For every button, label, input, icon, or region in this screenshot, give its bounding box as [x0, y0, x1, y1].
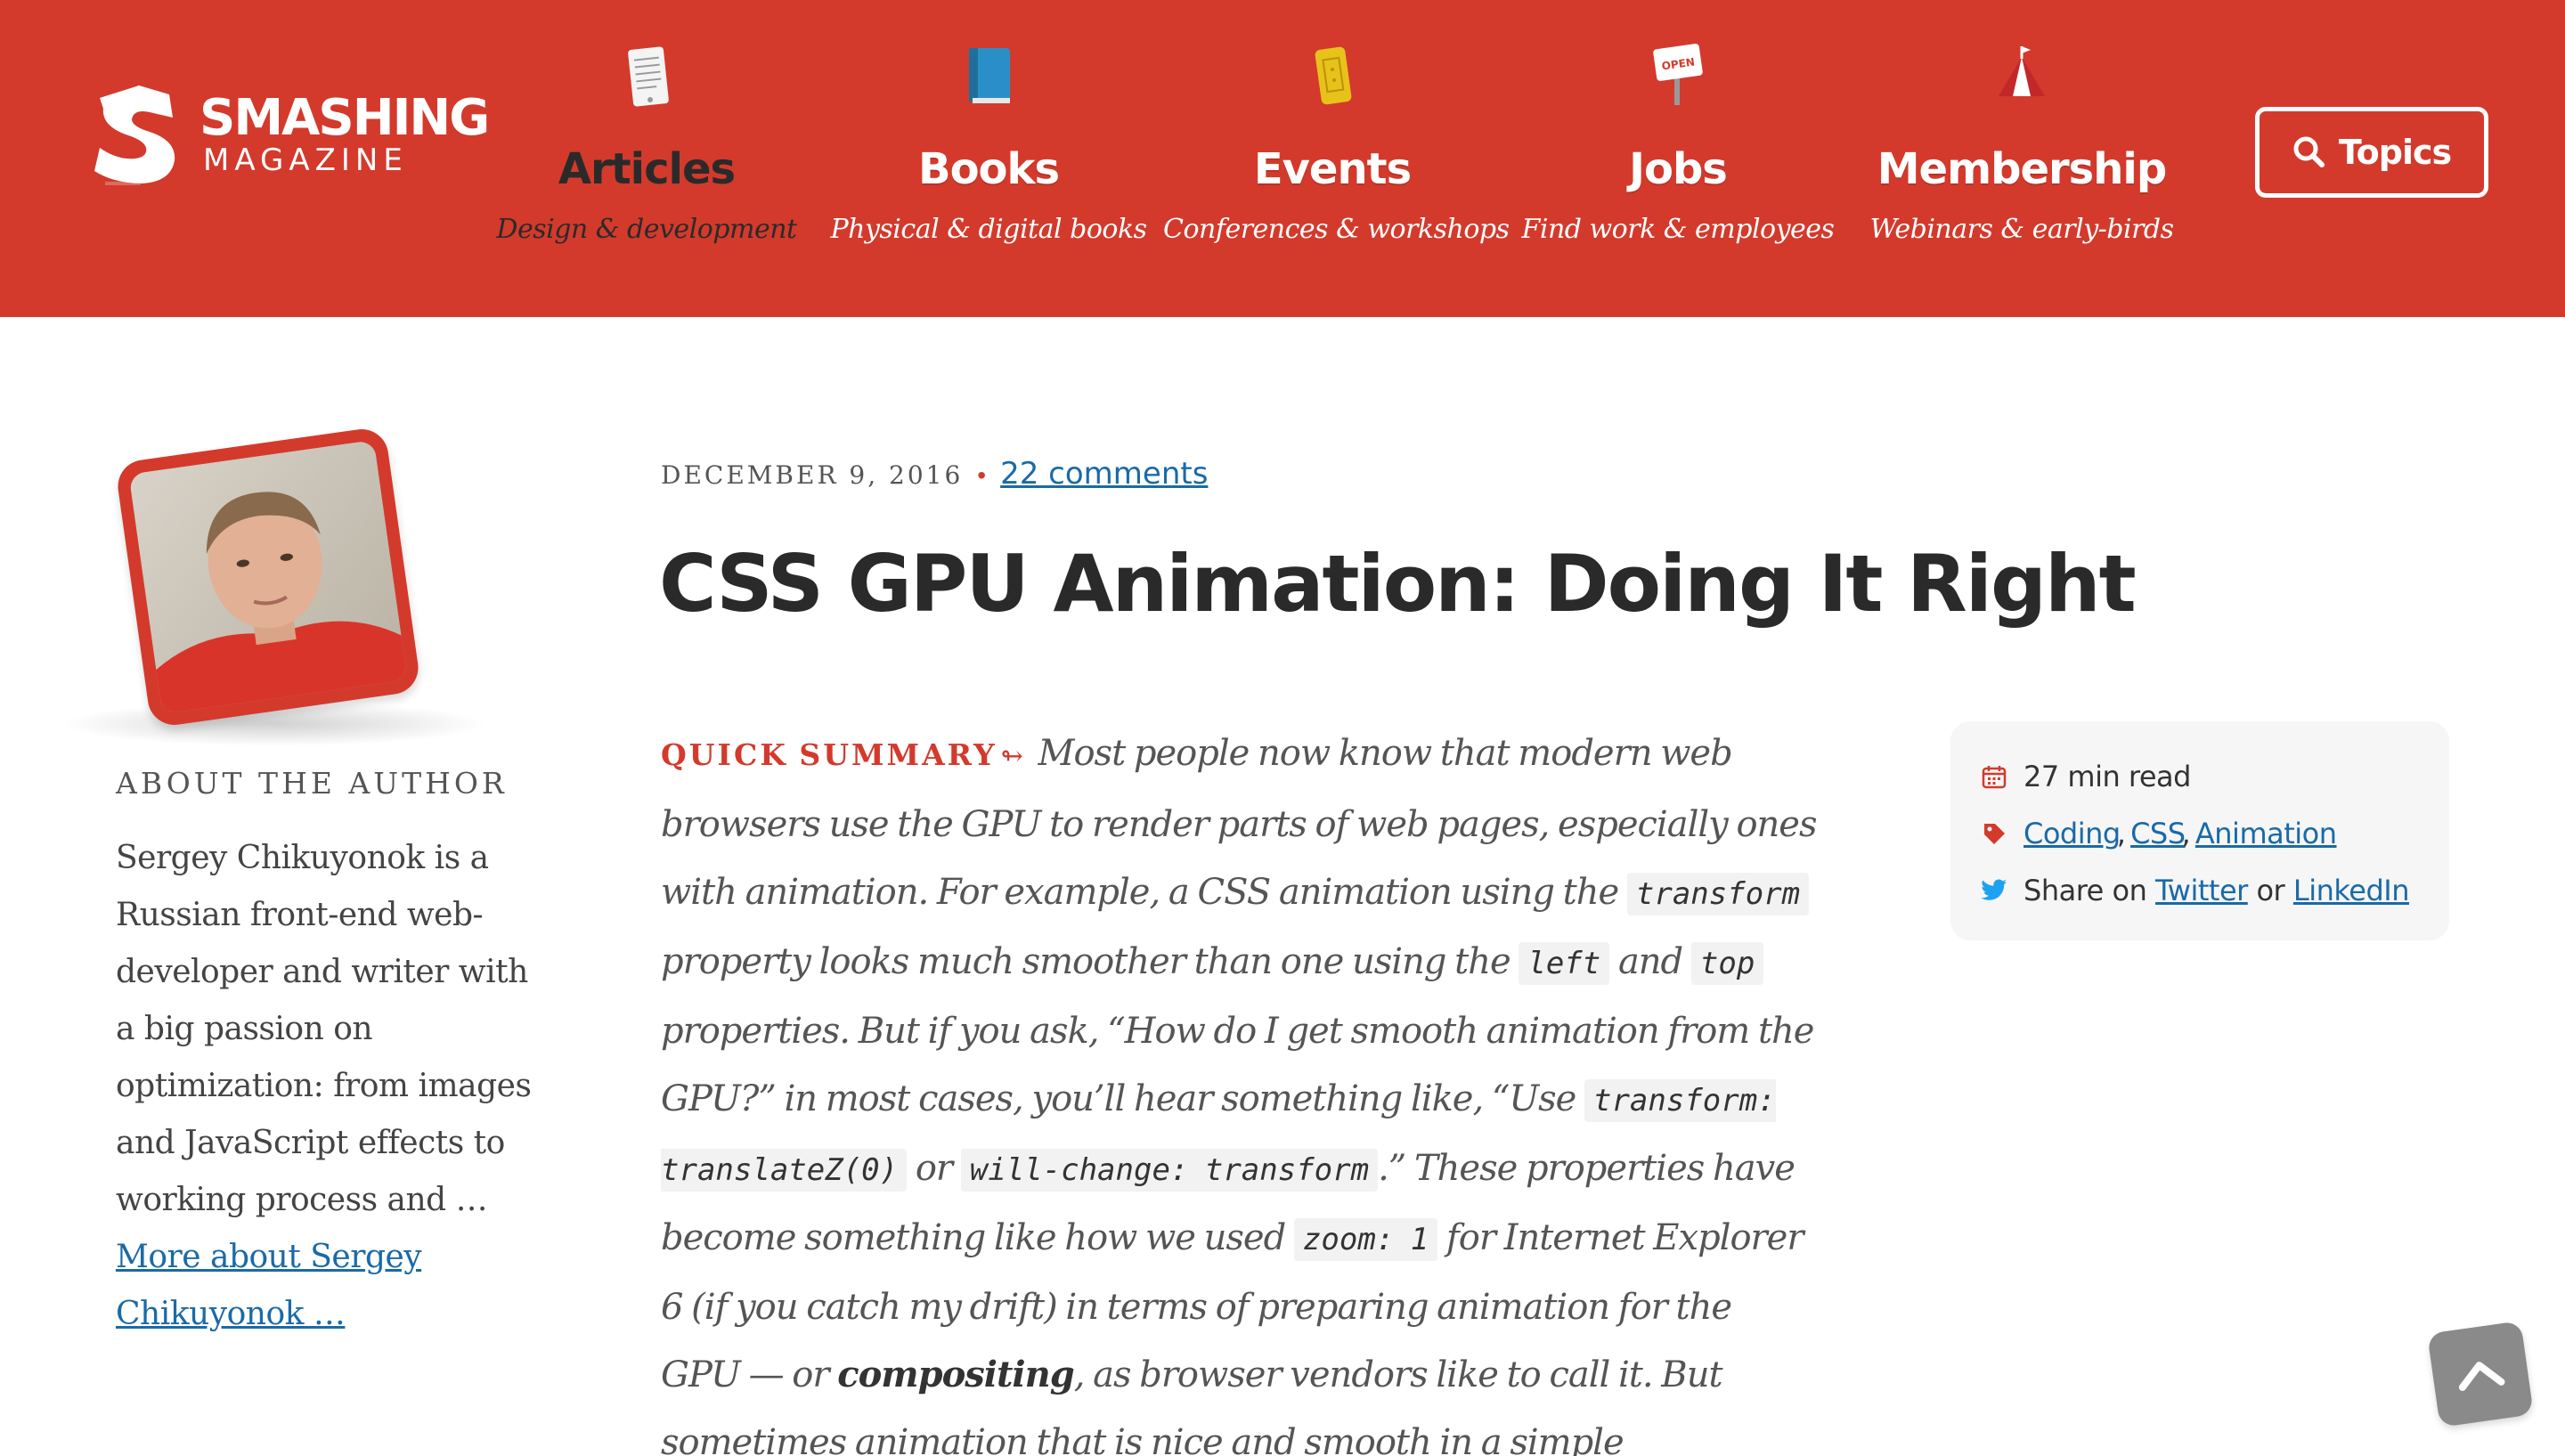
article-title: CSS GPU Animation: Doing It Right [659, 538, 2137, 630]
tag-link-coding[interactable]: Coding [2024, 817, 2121, 850]
summary-arrow-icon: ↬ [1000, 741, 1023, 772]
tag-icon [1981, 820, 2007, 847]
tag-link-animation[interactable]: Animation [2195, 817, 2337, 850]
tag-link-css[interactable]: CSS [2130, 817, 2186, 850]
nav-label-events: Events [1253, 144, 1412, 194]
topics-label: Topics [2338, 133, 2452, 172]
search-icon [2293, 136, 2325, 167]
share-twitter-link[interactable]: Twitter [2155, 874, 2248, 907]
nav-item-books[interactable]: Books Physical & digital books [819, 39, 1158, 271]
code-top: top [1690, 942, 1764, 985]
document-icon [628, 46, 669, 107]
nav-label-articles: Articles [558, 144, 736, 194]
nav-item-membership[interactable]: Membership Webinars & early-birds [1852, 39, 2191, 271]
tags-row: Coding, CSS, Animation [1981, 805, 2419, 862]
main-nav: Articles Design & development Books Phys… [0, 0, 2565, 317]
nav-item-events[interactable]: Events Conferences & workshops [1163, 39, 1510, 271]
code-transform: transform [1626, 873, 1810, 915]
calendar-icon [1981, 763, 2007, 790]
quick-summary: QUICK SUMMARY ↬ Most people now know that… [661, 720, 1819, 1456]
twitter-icon [1981, 877, 2007, 904]
topics-button[interactable]: Topics [2255, 107, 2488, 198]
chevron-up-icon [2458, 1362, 2505, 1391]
author-bio-text: Sergey Chikuyonok is a Russian front-end… [116, 840, 532, 1218]
author-avatar[interactable] [61, 426, 488, 746]
read-time: 27 min read [2024, 760, 2191, 793]
nav-sub-articles: Design & development [496, 214, 797, 245]
site-header: SMASHING MAGAZINE Articles Design & deve… [0, 0, 2565, 317]
comments-link[interactable]: 22 comments [1000, 456, 1208, 492]
read-time-row: 27 min read [1981, 748, 2419, 805]
code-will-change: will-change: transform [960, 1149, 1379, 1192]
tent-icon [1999, 46, 2045, 96]
share-or: or [2256, 874, 2285, 907]
code-left: left [1519, 942, 1610, 985]
summary-text: property looks much smoother than one us… [661, 941, 1519, 982]
author-photo [128, 439, 408, 715]
nav-sub-jobs: Find work & employees [1521, 214, 1835, 245]
nav-label-membership: Membership [1877, 144, 2167, 194]
summary-text: or [907, 1148, 961, 1189]
nav-label-books: Books [917, 144, 1060, 194]
nav-item-jobs[interactable]: OPEN Jobs Find work & employees [1509, 39, 1847, 271]
code-zoom: zoom: 1 [1293, 1218, 1438, 1261]
share-prefix: Share on [2024, 874, 2147, 907]
nav-sub-events: Conferences & workshops [1163, 214, 1510, 245]
nav-sub-membership: Webinars & early-birds [1869, 214, 2174, 245]
share-linkedin-link[interactable]: LinkedIn [2293, 874, 2410, 907]
open-sign-icon: OPEN [1653, 44, 1703, 105]
book-icon [969, 48, 1010, 103]
summary-text: and [1609, 941, 1691, 982]
author-bio: Sergey Chikuyonok is a Russian front-end… [116, 830, 552, 1343]
meta-separator: • [977, 461, 987, 489]
nav-item-articles[interactable]: Articles Design & development [477, 39, 816, 271]
article-date: DECEMBER 9, 2016 [661, 460, 964, 490]
quick-summary-label: QUICK SUMMARY [661, 737, 998, 772]
ticket-icon [1315, 46, 1352, 105]
summary-emphasis: compositing [837, 1354, 1074, 1395]
article-meta: DECEMBER 9, 2016 • 22 comments [661, 456, 1208, 492]
back-to-top-button[interactable] [2427, 1321, 2534, 1428]
article-info-card: 27 min read Coding, CSS, Animation Share… [1950, 721, 2449, 940]
nav-sub-books: Physical & digital books [830, 214, 1147, 245]
about-author-heading: ABOUT THE AUTHOR [116, 766, 508, 801]
more-about-author-link[interactable]: More about Sergey Chikuyonok … [116, 1239, 422, 1332]
share-row: Share on Twitter or LinkedIn [1981, 862, 2419, 919]
nav-label-jobs: Jobs [1629, 144, 1728, 194]
